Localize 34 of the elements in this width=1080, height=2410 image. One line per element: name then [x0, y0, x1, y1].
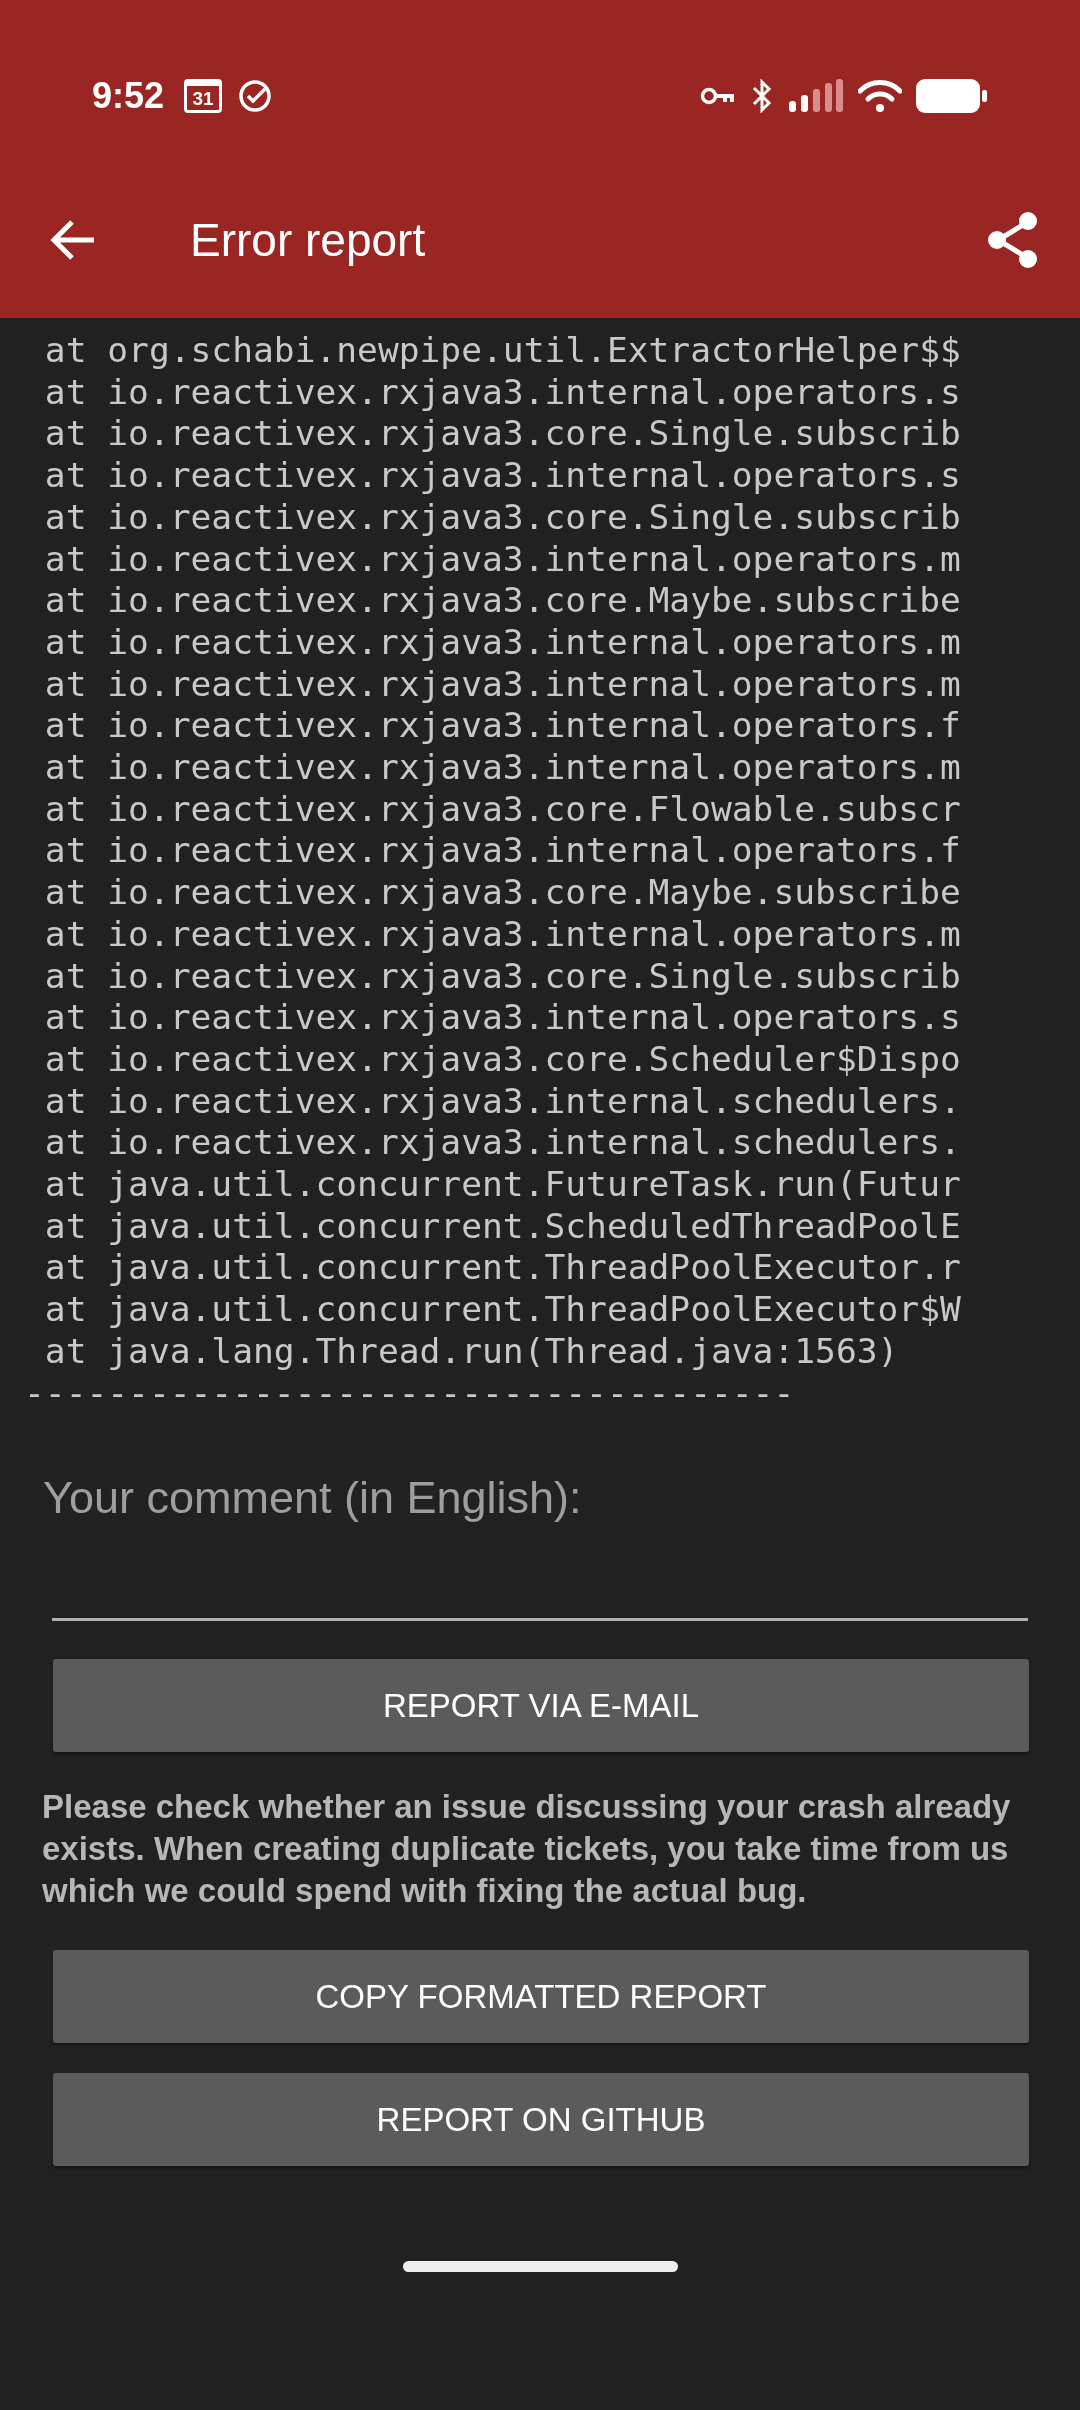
screen-title: Error report	[190, 213, 426, 267]
stack-trace-line: at io.reactivex.rxjava3.core.Single.subscrib	[43, 496, 961, 539]
stack-trace-line: at io.reactivex.rxjava3.core.Flowable.subscr	[43, 788, 961, 831]
comment-label: Your comment (in English):	[43, 1472, 583, 1525]
stack-trace-line: at io.reactivex.rxjava3.core.Single.subscrib	[43, 955, 961, 998]
stack-trace-line: at io.reactivex.rxjava3.internal.operators.m	[43, 538, 961, 581]
github-report-button[interactable]: REPORT ON GITHUB	[53, 2073, 1029, 2167]
report-email-button[interactable]: REPORT VIA E-MAIL	[53, 1659, 1029, 1753]
stack-trace-line: at io.reactivex.rxjava3.internal.schedulers.	[43, 1080, 961, 1123]
calendar-icon: 31	[184, 79, 223, 113]
status-time: 9:52	[92, 75, 165, 117]
stack-trace-line: at java.util.concurrent.ThreadPoolExecutor.r	[43, 1247, 961, 1290]
stack-trace-line: at io.reactivex.rxjava3.internal.operators.s	[43, 997, 961, 1039]
stack-trace-line: -------------------------------------	[24, 1372, 795, 1415]
stack-trace-line: at org.schabi.newpipe.util.ExtractorHelper$$	[43, 330, 961, 372]
stack-trace-line: at io.reactivex.rxjava3.internal.operators.m	[43, 663, 961, 706]
stack-trace-line: at io.reactivex.rxjava3.core.Maybe.subscribe	[43, 872, 961, 914]
stack-trace-line: at io.reactivex.rxjava3.internal.operators.m	[43, 913, 961, 956]
notice-text: Please check whether an issue discussing your crash already exists. When creating duplicate tickets, you take time from us which we could spend with fixing the actual bug.	[41, 1787, 1012, 1912]
stack-trace-line: at io.reactivex.rxjava3.internal.operators.f	[43, 705, 961, 748]
stack-trace-line: at io.reactivex.rxjava3.core.Maybe.subscribe	[43, 580, 961, 622]
stack-trace-line: at java.util.concurrent.FutureTask.run(Futur	[43, 1164, 961, 1206]
copy-report-button[interactable]: COPY FORMATTED REPORT	[53, 1950, 1029, 2044]
stack-trace-line: at io.reactivex.rxjava3.internal.operators.s	[43, 455, 961, 497]
stack-trace-line: at io.reactivex.rxjava3.internal.operators.s	[43, 371, 961, 414]
stack-trace-line: at java.util.concurrent.ScheduledThreadPoolE	[43, 1205, 961, 1248]
stack-trace-line: at io.reactivex.rxjava3.core.Single.subscrib	[43, 413, 961, 456]
stack-trace-line: at io.reactivex.rxjava3.internal.operators.m	[43, 621, 961, 664]
stack-trace-line: at io.reactivex.rxjava3.internal.operators.m	[43, 747, 961, 789]
stack-trace-line: at io.reactivex.rxjava3.internal.schedulers.	[43, 1122, 961, 1165]
stack-trace-line: at java.util.concurrent.ThreadPoolExecutor$W	[43, 1289, 961, 1331]
stack-trace-line: at io.reactivex.rxjava3.internal.operators.f	[43, 830, 961, 873]
stack-trace-line: at java.lang.Thread.run(Thread.java:1563)	[43, 1330, 899, 1373]
stack-trace-line: at io.reactivex.rxjava3.core.Scheduler$Dispo	[43, 1038, 961, 1081]
